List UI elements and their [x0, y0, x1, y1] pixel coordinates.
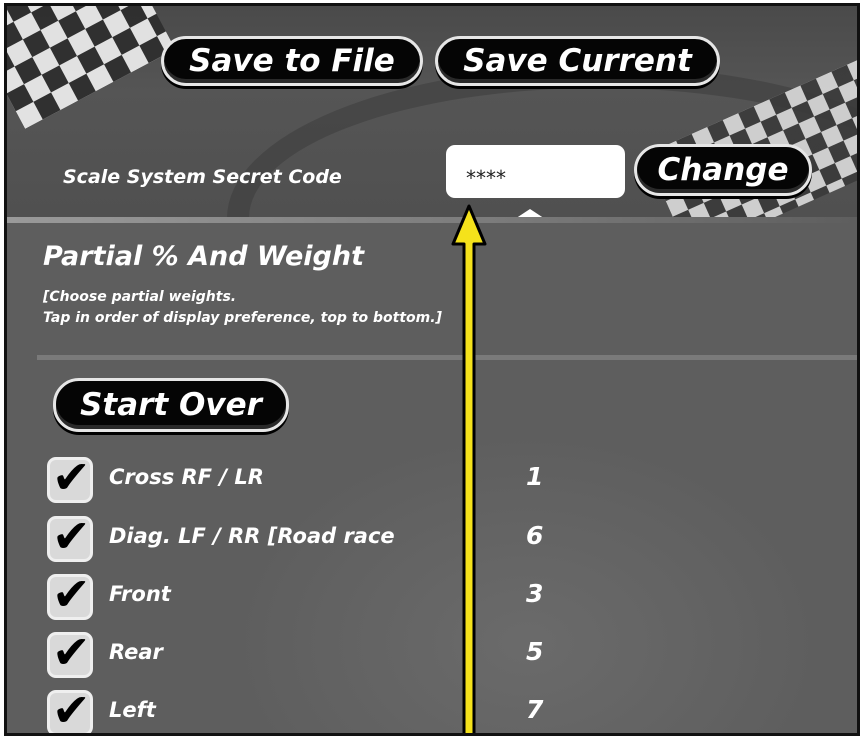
annotation-arrow-icon — [451, 204, 487, 733]
item-label: Cross RF / LR — [109, 465, 264, 489]
app-frame: Save to File Save Current Scale System S… — [4, 3, 860, 736]
description-line-2: Tap in order of display preference, top … — [43, 310, 442, 326]
item-label: Diag. LF / RR [Road race — [109, 524, 395, 548]
checkmark-icon: ✔ — [52, 450, 91, 504]
item-order: 1 — [526, 462, 544, 491]
item-order: 3 — [526, 579, 544, 608]
secret-code-input[interactable] — [446, 145, 625, 198]
item-order: 6 — [526, 521, 544, 550]
item-label: Front — [109, 582, 171, 606]
checkbox[interactable]: ✔ — [47, 627, 93, 678]
checkmark-icon: ✔ — [52, 625, 91, 679]
item-order: 7 — [526, 695, 544, 724]
checkmark-icon: ✔ — [52, 567, 91, 621]
checkbox[interactable]: ✔ — [47, 452, 93, 503]
item-label: Left — [109, 698, 156, 722]
section-title: Partial % And Weight — [43, 241, 365, 272]
checkmark-icon: ✔ — [52, 509, 91, 563]
checkbox[interactable]: ✔ — [47, 569, 93, 620]
checkbox[interactable]: ✔ — [47, 511, 93, 562]
checkbox[interactable]: ✔ — [47, 685, 93, 733]
item-order: 5 — [526, 637, 544, 666]
save-to-file-button[interactable]: Save to File — [161, 36, 423, 86]
item-label: Rear — [109, 640, 163, 664]
description-line-1: [Choose partial weights. — [43, 289, 237, 305]
checkered-flag-graphic — [7, 6, 176, 129]
change-code-button[interactable]: Change — [634, 144, 812, 196]
section-description: [Choose partial weights. Tap in order of… — [43, 287, 442, 329]
start-over-button[interactable]: Start Over — [53, 378, 289, 432]
secret-code-label: Scale System Secret Code — [63, 166, 342, 188]
save-current-button[interactable]: Save Current — [435, 36, 720, 86]
checkmark-icon: ✔ — [52, 683, 91, 736]
